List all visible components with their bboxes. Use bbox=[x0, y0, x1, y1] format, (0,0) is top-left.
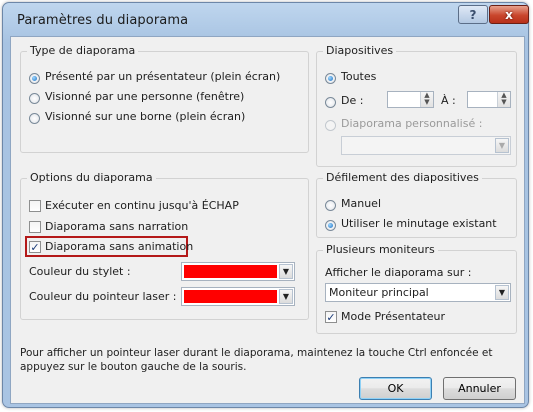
ok-button[interactable]: OK bbox=[359, 377, 432, 400]
pen-color-label: Couleur du stylet : bbox=[29, 265, 131, 278]
dialog-title: Paramètres du diaporama bbox=[17, 13, 189, 28]
chevron-down-icon: ▼ bbox=[495, 138, 509, 153]
from-slide-spinner[interactable]: ▲ ▼ bbox=[387, 91, 434, 108]
no-narration-label[interactable]: Diaporama sans narration bbox=[45, 220, 188, 233]
monitor-select[interactable]: Moniteur principal ▼ bbox=[325, 283, 511, 302]
to-slide-spinner[interactable]: ▲ ▼ bbox=[467, 91, 511, 108]
help-button[interactable]: ? bbox=[458, 5, 488, 24]
pen-color-select[interactable]: ▼ bbox=[181, 262, 295, 281]
loop-until-esc-label[interactable]: Exécuter en continu jusqu'à ÉCHAP bbox=[45, 199, 239, 212]
slides-group-title: Diapositives bbox=[323, 44, 397, 57]
radio-kiosk[interactable] bbox=[29, 113, 40, 124]
dialog-content: Type de diaporama Présenté par un présen… bbox=[10, 36, 525, 404]
pen-color-swatch bbox=[184, 265, 277, 278]
display-on-label: Afficher le diaporama sur : bbox=[325, 266, 472, 279]
radio-use-timings-label[interactable]: Utiliser le minutage existant bbox=[341, 217, 497, 230]
laser-color-swatch bbox=[184, 290, 277, 303]
slide-range-to-label: À : bbox=[441, 94, 456, 107]
laser-color-select[interactable]: ▼ bbox=[181, 287, 295, 306]
chevron-down-icon[interactable]: ▼ bbox=[495, 285, 509, 300]
cancel-button[interactable]: Annuler bbox=[443, 377, 516, 400]
presenter-view-label[interactable]: Mode Présentateur bbox=[341, 310, 445, 323]
radio-use-timings[interactable] bbox=[325, 220, 336, 231]
radio-all-slides[interactable] bbox=[325, 73, 336, 84]
chevron-down-icon[interactable]: ▼ bbox=[279, 289, 293, 304]
radio-all-slides-label[interactable]: Toutes bbox=[341, 70, 376, 83]
slideshow-type-title: Type de diaporama bbox=[27, 44, 139, 57]
custom-show-label: Diaporama personnalisé : bbox=[341, 117, 483, 130]
to-spinner-arrows[interactable]: ▲ ▼ bbox=[497, 92, 510, 107]
slideshow-options-title: Options du diaporama bbox=[27, 171, 156, 184]
no-animation-checkbox[interactable]: ✓ bbox=[29, 241, 41, 253]
close-button[interactable]: x bbox=[489, 5, 529, 24]
checkmark-icon: ✓ bbox=[326, 310, 336, 324]
radio-slide-range[interactable] bbox=[325, 97, 336, 108]
no-animation-label[interactable]: Diaporama sans animation bbox=[45, 240, 193, 253]
from-spinner-arrows[interactable]: ▲ ▼ bbox=[420, 92, 433, 107]
radio-manual[interactable] bbox=[325, 200, 336, 211]
multiple-monitors-title: Plusieurs moniteurs bbox=[323, 243, 438, 256]
presenter-view-checkbox[interactable]: ✓ bbox=[325, 311, 337, 323]
radio-individual-window-label[interactable]: Visionné par une personne (fenêtre) bbox=[45, 90, 244, 103]
radio-individual-window[interactable] bbox=[29, 93, 40, 104]
radio-presenter-label[interactable]: Présenté par un présentateur (plein écra… bbox=[45, 70, 280, 83]
spin-down-icon[interactable]: ▼ bbox=[501, 98, 506, 106]
radio-manual-label[interactable]: Manuel bbox=[341, 197, 381, 210]
monitor-select-value: Moniteur principal bbox=[329, 286, 429, 299]
laser-pointer-hint: Pour afficher un pointeur laser durant l… bbox=[20, 347, 493, 373]
custom-show-select: ▼ bbox=[341, 136, 511, 155]
laser-color-label: Couleur du pointeur laser : bbox=[29, 290, 177, 303]
radio-presenter[interactable] bbox=[29, 73, 40, 84]
spin-down-icon[interactable]: ▼ bbox=[424, 98, 429, 106]
checkmark-icon: ✓ bbox=[30, 240, 40, 254]
loop-until-esc-checkbox[interactable] bbox=[29, 200, 41, 212]
radio-custom-show bbox=[325, 120, 336, 131]
slide-range-from-label: De : bbox=[341, 94, 364, 107]
no-narration-checkbox[interactable] bbox=[29, 221, 41, 233]
radio-kiosk-label[interactable]: Visionné sur une borne (plein écran) bbox=[45, 110, 245, 123]
dialog-window: Paramètres du diaporama ? x Type de diap… bbox=[2, 2, 529, 408]
chevron-down-icon[interactable]: ▼ bbox=[279, 264, 293, 279]
advance-slides-title: Défilement des diapositives bbox=[323, 171, 482, 184]
